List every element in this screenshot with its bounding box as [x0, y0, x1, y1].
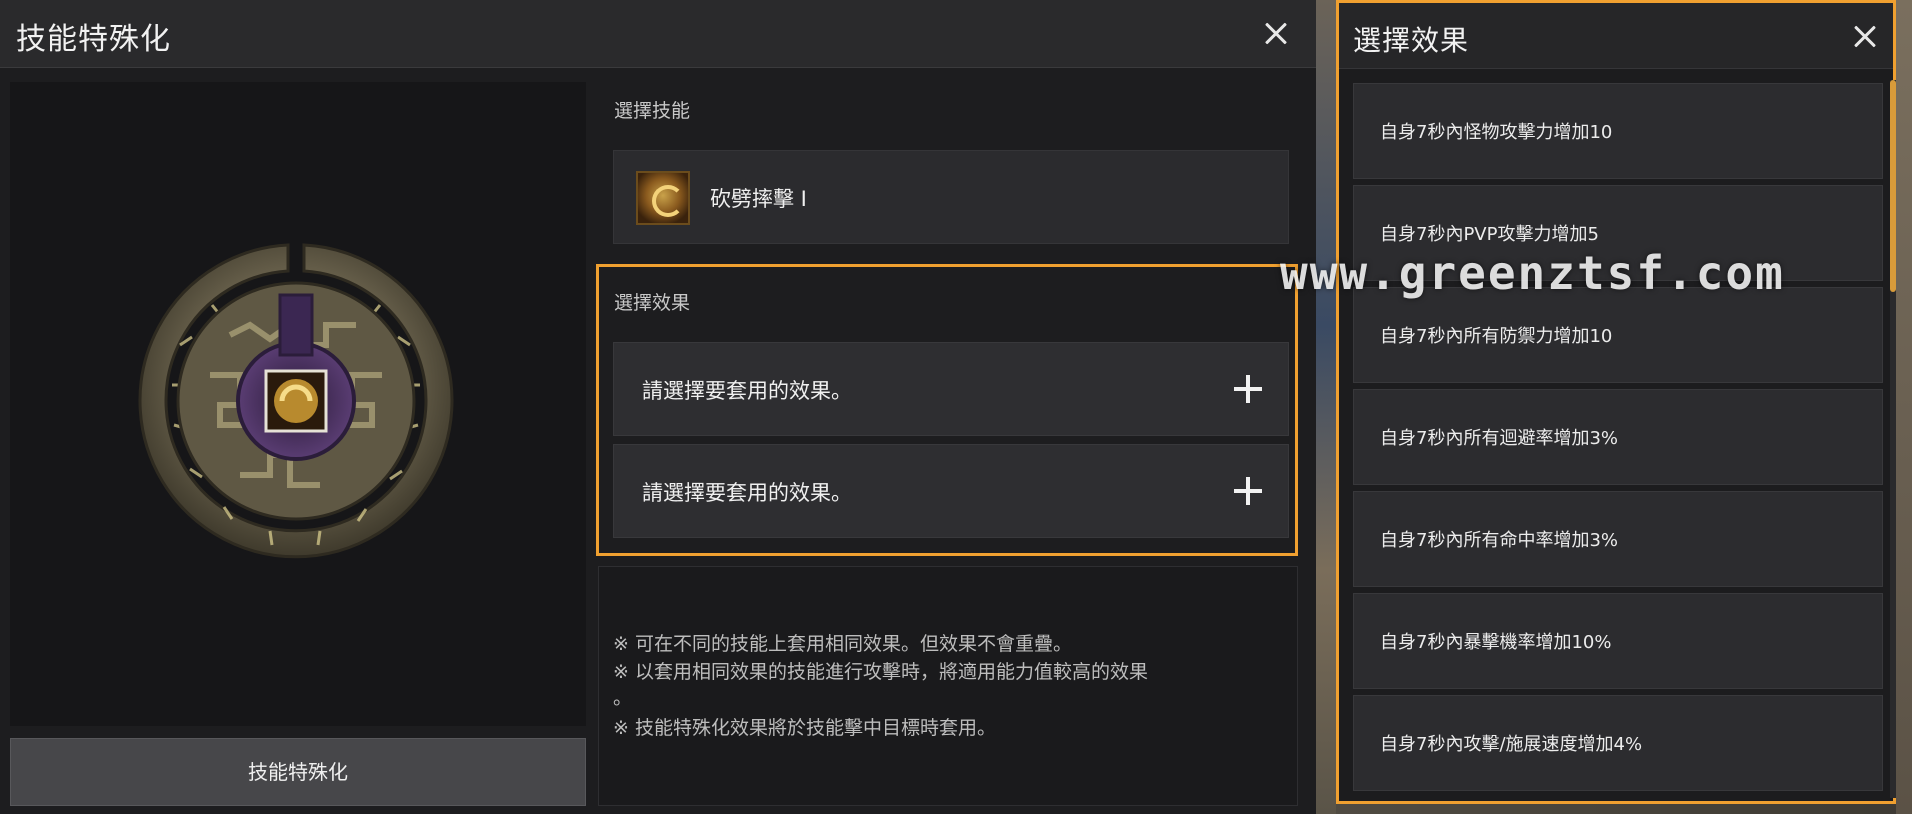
skill-section-label: 選擇技能	[614, 100, 691, 122]
note-line: ※ 以套用相同效果的技能進行攻擊時，將適用能力值較高的效果	[613, 661, 1148, 683]
selected-skill-row[interactable]: 砍劈摔擊 I	[613, 150, 1289, 244]
close-icon[interactable]	[1256, 14, 1296, 54]
effect-option[interactable]: 自身7秒內所有命中率增加3%	[1353, 491, 1883, 587]
effect-option[interactable]: 自身7秒內所有迴避率增加3%	[1353, 389, 1883, 485]
notes-box: ※ 可在不同的技能上套用相同效果。但效果不會重疊。 ※ 以套用相同效果的技能進行…	[598, 566, 1298, 806]
effect-option-label: 自身7秒內PVP攻擊力增加5	[1380, 224, 1599, 245]
slash-skill-icon	[636, 171, 690, 225]
watermark-text: www.greenztsf.com	[1280, 246, 1785, 300]
note-line: ※ 技能特殊化效果將於技能擊中目標時套用。	[613, 717, 996, 739]
note-line: 。	[613, 687, 633, 709]
effect-slot-2[interactable]: 請選擇要套用的效果。	[613, 444, 1289, 538]
panel-titlebar: 選擇效果	[1339, 3, 1893, 69]
effect-option-label: 自身7秒內怪物攻擊力增加10	[1380, 122, 1613, 143]
effect-slot-1[interactable]: 請選擇要套用的效果。	[613, 342, 1289, 436]
effect-option[interactable]: 自身7秒內攻擊/施展速度增加4%	[1353, 695, 1883, 791]
rune-emblem-icon	[138, 243, 454, 559]
skill-specialization-window: 技能特殊化 技能特殊化 選擇技能 砍劈摔擊 I 選擇效果 請選擇要套用的效果。 …	[0, 0, 1316, 814]
effect-option-label: 自身7秒內暴擊機率增加10%	[1380, 632, 1612, 653]
panel-scrollbar-thumb[interactable]	[1890, 80, 1896, 292]
window-titlebar: 技能特殊化	[0, 0, 1316, 68]
background-scene-edge	[1896, 0, 1912, 814]
effect-section-label: 選擇效果	[614, 292, 691, 314]
effect-option-label: 自身7秒內所有防禦力增加10	[1380, 326, 1613, 347]
effect-option-label: 自身7秒內所有迴避率增加3%	[1380, 428, 1619, 449]
effect-slot-placeholder: 請選擇要套用的效果。	[642, 481, 852, 505]
effect-choice-panel: 選擇效果 自身7秒內怪物攻擊力增加10 自身7秒內PVP攻擊力增加5 自身7秒內…	[1336, 0, 1896, 804]
skill-name: 砍劈摔擊 I	[710, 187, 807, 211]
note-line: ※ 可在不同的技能上套用相同效果。但效果不會重疊。	[613, 633, 1072, 655]
effect-option-label: 自身7秒內所有命中率增加3%	[1380, 530, 1619, 551]
plus-icon[interactable]	[1234, 375, 1262, 403]
plus-icon[interactable]	[1234, 477, 1262, 505]
effect-option-label: 自身7秒內攻擊/施展速度增加4%	[1380, 734, 1643, 755]
effect-option[interactable]: 自身7秒內所有防禦力增加10	[1353, 287, 1883, 383]
close-icon[interactable]	[1845, 17, 1885, 57]
effect-option[interactable]: 自身7秒內暴擊機率增加10%	[1353, 593, 1883, 689]
effect-slot-placeholder: 請選擇要套用的效果。	[642, 379, 852, 403]
window-title: 技能特殊化	[16, 22, 171, 57]
panel-title: 選擇效果	[1353, 24, 1470, 57]
specialize-button[interactable]: 技能特殊化	[10, 738, 586, 806]
background-scene-strip	[1316, 0, 1336, 814]
effect-option[interactable]: 自身7秒內怪物攻擊力增加10	[1353, 83, 1883, 179]
